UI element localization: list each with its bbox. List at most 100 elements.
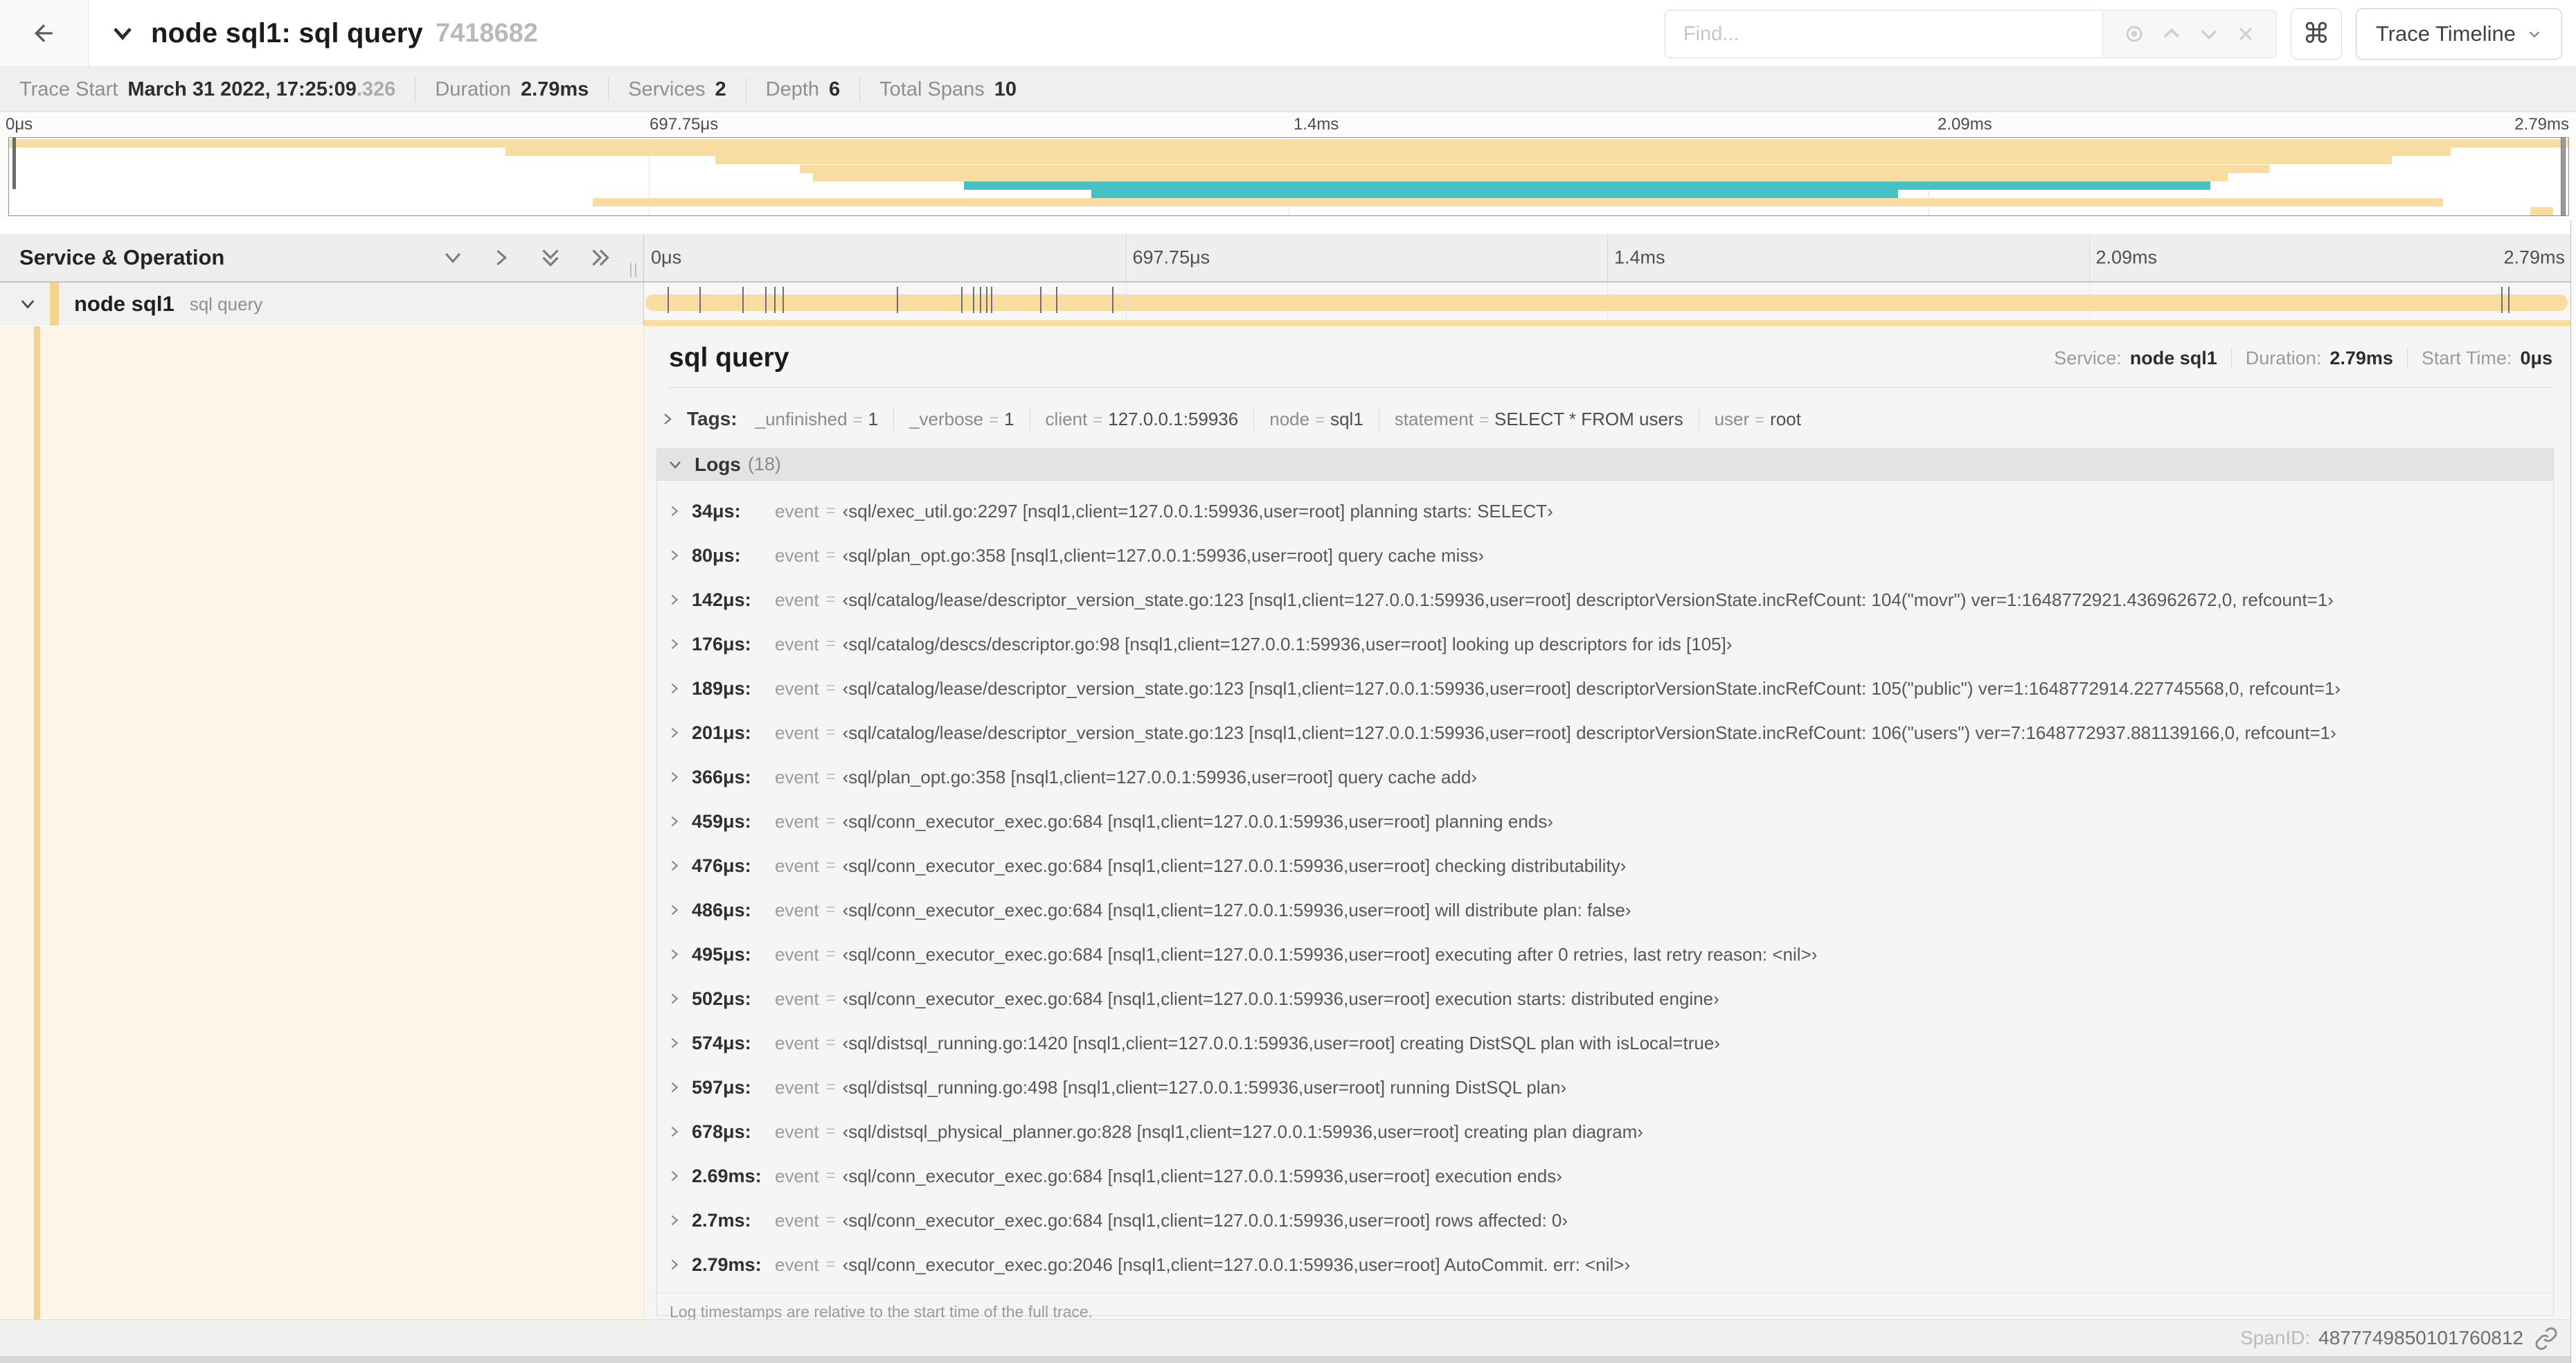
span-log-tick[interactable] (2508, 287, 2510, 313)
log-row[interactable]: 597μs: event = ‹sql/distsql_running.go:498 … (657, 1065, 2553, 1110)
keyboard-shortcuts-button[interactable]: ⌘ (2290, 8, 2342, 60)
log-timestamp: 34μs: (692, 500, 741, 522)
log-row[interactable]: 2.79ms: event = ‹sql/conn_executor_exec.go:… (657, 1242, 2553, 1287)
logs-accordion-header[interactable]: Logs (18) (657, 449, 2553, 481)
log-field-value: ‹sql/conn_executor_exec.go:684 [nsql1,cl… (842, 1165, 1562, 1186)
log-field-value: ‹sql/exec_util.go:2297 [nsql1,client=127… (842, 500, 1553, 522)
trace-view-selector[interactable]: Trace Timeline (2355, 8, 2562, 60)
back-button[interactable] (0, 0, 89, 66)
log-timestamp: 574μs: (692, 1032, 751, 1053)
minimap-right-scrubber[interactable] (2561, 137, 2566, 216)
command-icon: ⌘ (2302, 18, 2330, 50)
log-row[interactable]: 176μs: event = ‹sql/catalog/descs/descripto… (657, 622, 2553, 666)
log-row[interactable]: 574μs: event = ‹sql/distsql_running.go:1420… (657, 1021, 2553, 1065)
link-icon[interactable] (2534, 1326, 2558, 1350)
log-row[interactable]: 476μs: event = ‹sql/conn_executor_exec.go:6… (657, 844, 2553, 888)
tags-accordion[interactable]: Tags: _unfinished = 1 _verbose = 1 client = 127.… (659, 401, 2552, 437)
log-field-value: ‹sql/conn_executor_exec.go:684 [nsql1,cl… (842, 943, 1818, 965)
log-row[interactable]: 459μs: event = ‹sql/conn_executor_exec.go:6… (657, 799, 2553, 844)
span-log-tick[interactable] (1040, 287, 1042, 313)
span-log-tick[interactable] (985, 287, 987, 313)
log-field-value: ‹sql/conn_executor_exec.go:2046 [nsql1,c… (842, 1254, 1631, 1275)
detail-row-accent-bar (644, 320, 2573, 326)
span-row-timeline-cell[interactable] (644, 283, 2570, 320)
find-next-icon[interactable] (2197, 22, 2221, 46)
find-prev-icon[interactable] (2160, 22, 2183, 46)
minimap-span-row (2530, 206, 2553, 215)
log-timestamp: 80μs: (692, 544, 741, 566)
log-timestamp: 486μs: (692, 899, 751, 920)
log-row[interactable]: 189μs: event = ‹sql/catalog/lease/descripto… (657, 666, 2553, 711)
span-log-tick[interactable] (765, 287, 767, 313)
detail-left-gutter (0, 326, 644, 1319)
span-detail-overview: Service: node sql1 Duration: 2.79ms Star… (2054, 347, 2552, 368)
minimap-time-label: 1.4ms (1294, 115, 1339, 134)
span-duration-bar[interactable] (645, 294, 2568, 311)
divider (669, 387, 2552, 388)
tag-item: node = sql1 (1269, 408, 1363, 429)
chevron-right-icon (667, 902, 682, 918)
span-log-tick[interactable] (1112, 287, 1114, 313)
span-log-tick[interactable] (782, 287, 785, 313)
log-row[interactable]: 495μs: event = ‹sql/conn_executor_exec.go:6… (657, 932, 2553, 977)
log-timestamp: 495μs: (692, 943, 751, 965)
log-field-value: ‹sql/conn_executor_exec.go:684 [nsql1,cl… (842, 899, 1631, 920)
collapse-all-icon[interactable] (538, 245, 563, 270)
span-log-tick[interactable] (2501, 287, 2503, 313)
span-log-tick[interactable] (990, 287, 992, 313)
log-row[interactable]: 80μs: event = ‹sql/plan_opt.go:358 [nsql1,c… (657, 533, 2553, 578)
log-row[interactable]: 2.69ms: event = ‹sql/conn_executor_exec.go:… (657, 1154, 2553, 1198)
span-log-tick[interactable] (960, 287, 963, 313)
span-log-tick[interactable] (896, 287, 898, 313)
span-operation-name: sql query (189, 293, 263, 314)
span-log-tick[interactable] (972, 287, 974, 313)
page-header: node sql1: sql query 7418682 ⌘ Trace Tim… (0, 0, 2576, 66)
span-row-name-cell[interactable]: node sql1 sql query (0, 283, 644, 326)
find-tools (2102, 10, 2277, 58)
span-log-tick[interactable] (774, 287, 776, 313)
divider (893, 407, 895, 431)
log-row[interactable]: 502μs: event = ‹sql/conn_executor_exec.go:6… (657, 977, 2553, 1021)
trace-view-label: Trace Timeline (2375, 21, 2516, 46)
span-id-value: 4877749850101760812 (2318, 1327, 2523, 1348)
log-timestamp: 502μs: (692, 988, 751, 1009)
span-log-tick[interactable] (699, 287, 701, 313)
minimap-left-scrubber[interactable] (12, 138, 16, 189)
trace-duration: Duration 2.79ms (435, 78, 589, 100)
collapse-trace-chevron[interactable] (109, 20, 136, 46)
span-log-tick[interactable] (742, 287, 744, 313)
log-row[interactable]: 34μs: event = ‹sql/exec_util.go:2297 [nsql1… (657, 489, 2553, 533)
ruler-time-label: 0μs (651, 247, 682, 268)
log-field-key: event (775, 899, 819, 920)
clear-find-icon[interactable] (2235, 23, 2257, 45)
log-row[interactable]: 486μs: event = ‹sql/conn_executor_exec.go:6… (657, 888, 2553, 932)
span-log-tick[interactable] (1056, 287, 1058, 313)
log-row[interactable]: 201μs: event = ‹sql/catalog/lease/descripto… (657, 711, 2553, 755)
span-log-tick[interactable] (667, 287, 669, 313)
log-row[interactable]: 366μs: event = ‹sql/plan_opt.go:358 [nsql1,… (657, 755, 2553, 799)
trace-start: Trace Start March 31 2022, 17:25:09 .326 (19, 78, 396, 100)
log-row[interactable]: 142μs: event = ‹sql/catalog/lease/descripto… (657, 578, 2553, 622)
log-row[interactable]: 678μs: event = ‹sql/distsql_physical_planne… (657, 1110, 2553, 1154)
locate-icon[interactable] (2122, 22, 2146, 46)
ruler-time-label: 1.4ms (1614, 247, 1665, 268)
expand-all-icon[interactable] (588, 245, 613, 270)
collapse-one-icon[interactable] (441, 246, 465, 269)
expand-one-icon[interactable] (490, 246, 513, 269)
column-resizer[interactable] (630, 263, 636, 277)
ruler-gridline (1125, 234, 1127, 281)
find-input[interactable] (1664, 10, 2102, 58)
vertical-scrollbar[interactable] (2570, 220, 2576, 1363)
logs-list: 34μs: event = ‹sql/exec_util.go:2297 [nsql1… (657, 481, 2553, 1287)
log-timestamp: 142μs: (692, 589, 751, 610)
log-timestamp: 597μs: (692, 1076, 751, 1098)
service-operation-header: Service & Operation (0, 234, 644, 281)
minimap-canvas[interactable] (8, 137, 2569, 216)
span-log-tick[interactable] (979, 287, 981, 313)
log-field-key: event (775, 810, 819, 832)
chevron-right-icon (667, 1168, 682, 1184)
log-row[interactable]: 2.7ms: event = ‹sql/conn_executor_exec.go:6… (657, 1198, 2553, 1242)
tag-item: _verbose = 1 (909, 408, 1014, 429)
logs-accordion: Logs (18) 34μs: event = ‹sql/exec_util.go:2… (656, 448, 2554, 1321)
chevron-down-icon[interactable] (18, 294, 37, 314)
